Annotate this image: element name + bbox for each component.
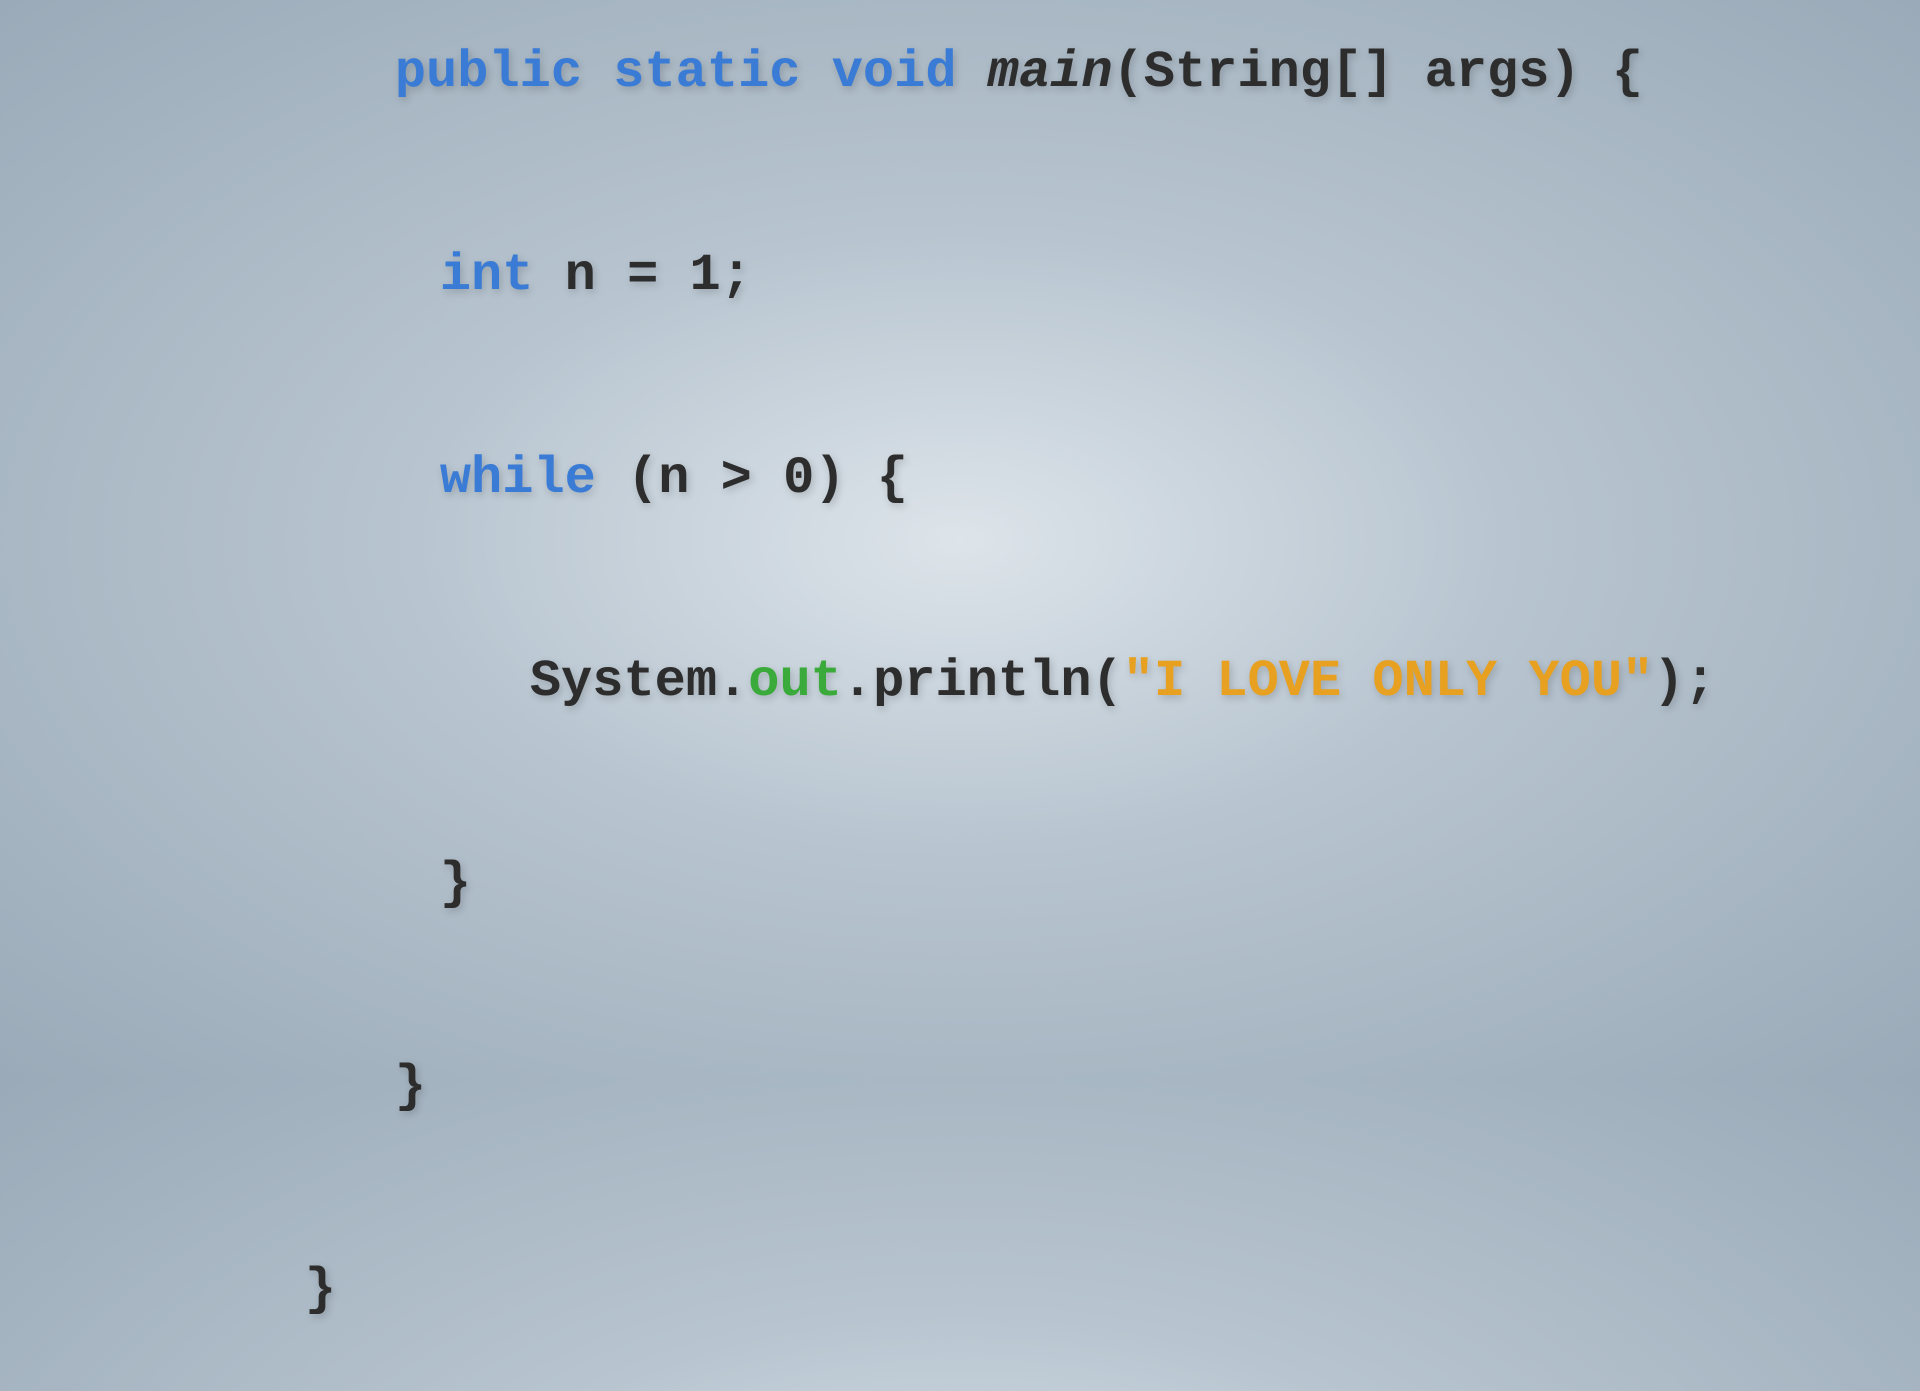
keyword-int: int (440, 246, 534, 305)
code-line-2: public static void main(String[] args) { (180, 0, 1716, 174)
out-text: out (748, 652, 842, 711)
code-line-3: int n = 1; (180, 174, 1716, 377)
open-brace-2: { (1612, 43, 1643, 102)
code-line-7: } (180, 986, 1716, 1189)
open-brace-3: { (877, 449, 908, 508)
while-condition: (n > 0) (596, 449, 877, 508)
close-brace-3: } (440, 854, 471, 913)
code-line-4: while (n > 0) { (180, 377, 1716, 580)
code-block: public class love { public static void m… (0, 0, 1716, 1391)
system-text: System. (530, 652, 748, 711)
println-text: .println( (842, 652, 1123, 711)
main-params: (String[] args) (1113, 43, 1612, 102)
code-line-8: } (180, 1188, 1716, 1391)
close-brace-1: } (305, 1260, 336, 1319)
keyword-while: while (440, 449, 596, 508)
code-line-5: System.out.println("I LOVE ONLY YOU"); (180, 580, 1716, 783)
var-n: n = 1; (533, 246, 751, 305)
string-literal: "I LOVE ONLY YOU" (1123, 652, 1654, 711)
println-close: ); (1653, 652, 1715, 711)
code-line-6: } (180, 783, 1716, 986)
keyword-public-static-void: public static void (395, 43, 988, 102)
close-brace-2: } (395, 1057, 426, 1116)
method-main: main (988, 43, 1113, 102)
